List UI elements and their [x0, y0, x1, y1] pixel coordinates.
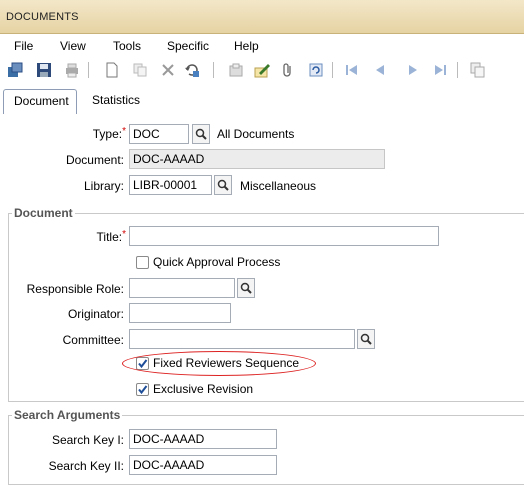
refresh-icon[interactable]	[307, 61, 325, 79]
document-section-legend: Document	[12, 206, 75, 220]
magnifier-icon	[195, 128, 207, 140]
next-record-icon[interactable]	[404, 61, 422, 79]
committee-field[interactable]	[129, 329, 355, 349]
originator-field[interactable]	[129, 303, 231, 323]
required-asterisk: *	[122, 126, 126, 137]
title-label: Title:*	[96, 229, 126, 244]
magnifier-icon	[217, 179, 229, 191]
search-key-2-field[interactable]	[129, 455, 277, 475]
menu-tools[interactable]: Tools	[113, 39, 141, 53]
title-field[interactable]	[129, 226, 439, 246]
window-title-bar: DOCUMENTS	[0, 0, 524, 34]
originator-label: Originator:	[67, 307, 124, 321]
toolbar	[0, 58, 524, 84]
tab-statistics[interactable]: Statistics	[82, 89, 150, 113]
responsible-role-lookup-button[interactable]	[237, 278, 255, 298]
previous-record-icon[interactable]	[371, 61, 389, 79]
duplicate-icon[interactable]	[469, 61, 487, 79]
library-lookup-button[interactable]	[214, 175, 232, 195]
delete-icon[interactable]	[159, 61, 177, 79]
document-label: Document:	[65, 153, 124, 167]
type-field[interactable]	[129, 124, 189, 144]
type-description: All Documents	[217, 127, 295, 141]
library-description: Miscellaneous	[240, 179, 317, 193]
responsible-role-field[interactable]	[129, 278, 235, 298]
menu-view[interactable]: View	[60, 39, 86, 53]
attach-icon[interactable]	[279, 61, 297, 79]
highlight-oval	[122, 351, 316, 376]
tab-strip: Document Statistics	[0, 86, 524, 115]
magnifier-icon	[360, 333, 372, 345]
menu-specific[interactable]: Specific	[167, 39, 209, 53]
search-arguments-legend: Search Arguments	[12, 408, 123, 422]
copy-icon[interactable]	[131, 61, 149, 79]
checkmark-icon	[138, 385, 148, 395]
menu-file[interactable]: File	[14, 39, 33, 53]
save-icon[interactable]	[35, 61, 53, 79]
undo-icon[interactable]	[183, 61, 201, 79]
quick-approval-checkbox[interactable]	[136, 256, 149, 269]
library-field[interactable]	[129, 175, 212, 195]
new-record-icon[interactable]	[6, 61, 24, 79]
search-key-1-field[interactable]	[129, 429, 277, 449]
blank-page-icon[interactable]	[103, 61, 121, 79]
type-lookup-button[interactable]	[192, 124, 210, 144]
menu-help[interactable]: Help	[234, 39, 259, 53]
edit-icon[interactable]	[253, 61, 271, 79]
menu-bar: File View Tools Specific Help	[0, 34, 524, 58]
type-label: Type:*	[92, 126, 126, 141]
committee-lookup-button[interactable]	[357, 329, 375, 349]
committee-label: Committee:	[62, 333, 124, 347]
window-title: DOCUMENTS	[6, 11, 79, 23]
search-key-2-label: Search Key II:	[48, 459, 124, 473]
library-label: Library:	[83, 179, 124, 193]
search-key-1-label: Search Key I:	[51, 433, 124, 447]
document-field	[129, 149, 385, 169]
print-icon[interactable]	[63, 61, 81, 79]
tab-document[interactable]: Document	[3, 89, 77, 115]
print-preview-icon[interactable]	[227, 61, 245, 79]
last-record-icon[interactable]	[431, 61, 449, 79]
first-record-icon[interactable]	[343, 61, 361, 79]
required-asterisk: *	[122, 229, 126, 240]
magnifier-icon	[240, 282, 252, 294]
quick-approval-label: Quick Approval Process	[153, 255, 281, 269]
exclusive-revision-label: Exclusive Revision	[153, 382, 254, 396]
responsible-role-label: Responsible Role:	[26, 282, 124, 296]
exclusive-revision-checkbox[interactable]	[136, 383, 149, 396]
